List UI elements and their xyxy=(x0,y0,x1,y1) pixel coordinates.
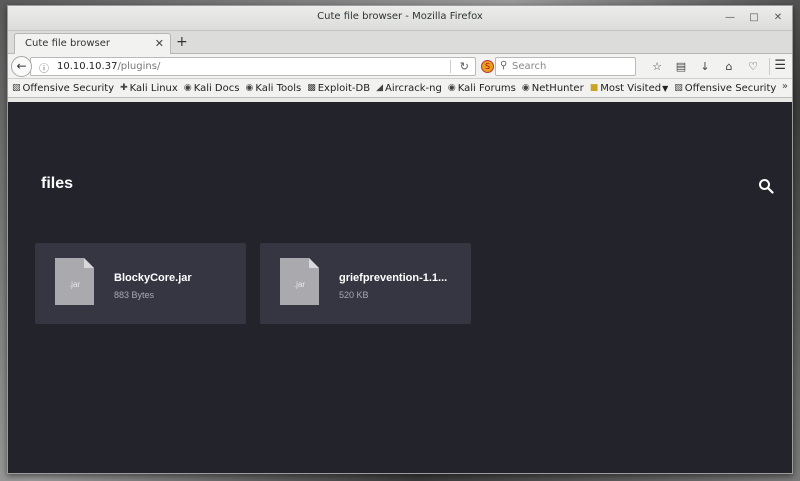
bookmark-label: Most Visited xyxy=(600,82,662,94)
bookmark-exploit-db[interactable]: ▩ Exploit-DB xyxy=(307,83,370,94)
home-icon[interactable]: ⌂ xyxy=(717,58,741,75)
bookmark-star-icon[interactable]: ☆ xyxy=(645,58,669,75)
bookmark-kali-linux[interactable]: ✚ Kali Linux xyxy=(120,83,178,94)
url-separator xyxy=(450,60,451,73)
bookmark-kali-docs[interactable]: ◉ Kali Docs xyxy=(184,83,240,94)
bookmark-label: Kali Forums xyxy=(457,82,516,94)
maximize-button[interactable]: □ xyxy=(746,10,762,26)
window-controls: — □ ✕ xyxy=(722,10,786,26)
tab-strip: Cute file browser ✕ + xyxy=(8,31,792,54)
bookmark-label: Offensive Security xyxy=(684,82,777,94)
kali-icon: ◉ xyxy=(447,83,456,93)
file-icon: .jar xyxy=(55,258,94,305)
noscript-icon[interactable]: S xyxy=(481,60,494,73)
search-placeholder: Search xyxy=(512,61,547,72)
bookmark-offensive-security-2[interactable]: ▧ Offensive Security xyxy=(674,83,776,94)
bookmark-label: Kali Tools xyxy=(255,82,302,94)
file-extension: .jar xyxy=(68,280,81,289)
chevron-down-icon: ▼ xyxy=(662,83,669,93)
new-tab-button[interactable]: + xyxy=(176,34,188,50)
tab-close-icon[interactable]: ✕ xyxy=(155,37,164,50)
offsec-icon: ▧ xyxy=(12,83,21,93)
file-extension: .jar xyxy=(293,280,306,289)
tab-label: Cute file browser xyxy=(25,38,110,49)
close-button[interactable]: ✕ xyxy=(770,10,786,26)
url-path: /plugins/ xyxy=(117,61,161,72)
bookmark-label: Exploit-DB xyxy=(317,82,371,94)
toolbar-icons: ☆ ▤ ↓ ⌂ ♡ xyxy=(645,58,765,75)
bookmark-most-visited[interactable]: ■ Most Visited ▼ xyxy=(590,83,669,94)
tab-cute-file-browser[interactable]: Cute file browser ✕ xyxy=(14,33,171,54)
minimize-button[interactable]: — xyxy=(722,10,738,26)
search-icon[interactable] xyxy=(758,178,774,194)
file-name: BlockyCore.jar xyxy=(114,272,192,284)
aircrack-icon: ◢ xyxy=(376,83,384,93)
exploitdb-icon: ▩ xyxy=(307,83,316,93)
file-card[interactable]: .jar griefprevention-1.1... 520 KB xyxy=(260,243,471,324)
reading-list-icon[interactable]: ▤ xyxy=(669,58,693,75)
kali-icon: ◉ xyxy=(521,83,530,93)
file-icon: .jar xyxy=(280,258,319,305)
bookmark-label: Aircrack-ng xyxy=(385,82,442,94)
bookmarks-overflow-icon[interactable]: » xyxy=(782,81,788,92)
file-size: 883 Bytes xyxy=(114,290,155,300)
file-name: griefprevention-1.1... xyxy=(339,272,448,284)
search-input[interactable]: ⚲ Search xyxy=(495,57,636,76)
title-bar: Cute file browser - Mozilla Firefox — □ … xyxy=(8,6,792,31)
back-button[interactable]: ← xyxy=(11,56,32,77)
info-icon[interactable]: ⓘ xyxy=(39,60,49,75)
offsec-icon: ▧ xyxy=(674,83,683,93)
menu-separator xyxy=(769,58,770,75)
page-content: files .jar BlockyCore.jar 883 Bytes .jar… xyxy=(8,102,792,473)
window-title: Cute file browser - Mozilla Firefox xyxy=(317,11,483,22)
browser-window: Cute file browser - Mozilla Firefox — □ … xyxy=(7,5,793,474)
hamburger-menu-icon[interactable]: ☰ xyxy=(774,58,786,73)
bookmark-kali-forums[interactable]: ◉ Kali Forums xyxy=(448,83,516,94)
url-bar[interactable]: ⓘ 10.10.10.37/plugins/ ↻ xyxy=(30,57,476,76)
bookmark-label: Kali Docs xyxy=(193,82,240,94)
file-card[interactable]: .jar BlockyCore.jar 883 Bytes xyxy=(35,243,246,324)
reload-icon[interactable]: ↻ xyxy=(460,60,469,73)
folder-icon: ■ xyxy=(589,83,599,93)
kali-icon: ◉ xyxy=(245,83,254,93)
download-icon[interactable]: ↓ xyxy=(693,58,717,75)
page-title: files xyxy=(41,175,74,192)
bookmarks-toolbar: ▧ Offensive Security ✚ Kali Linux ◉ Kali Do… xyxy=(8,79,792,98)
search-icon: ⚲ xyxy=(500,60,508,71)
kali-icon: ✚ xyxy=(120,83,128,93)
kali-icon: ◉ xyxy=(183,83,192,93)
navigation-bar: ⓘ 10.10.10.37/plugins/ ↻ ← S ⚲ Search ☆ … xyxy=(8,54,792,79)
bookmark-label: Kali Linux xyxy=(129,82,178,94)
bookmark-offensive-security[interactable]: ▧ Offensive Security xyxy=(12,83,114,94)
bookmark-aircrack-ng[interactable]: ◢ Aircrack-ng xyxy=(376,83,442,94)
bookmark-kali-tools[interactable]: ◉ Kali Tools xyxy=(245,83,301,94)
bookmark-label: NetHunter xyxy=(531,82,584,94)
url-host: 10.10.10.37 xyxy=(57,61,118,72)
bookmark-nethunter[interactable]: ◉ NetHunter xyxy=(522,83,584,94)
pocket-icon[interactable]: ♡ xyxy=(741,58,765,75)
bookmark-label: Offensive Security xyxy=(22,82,115,94)
file-size: 520 KB xyxy=(339,290,369,300)
